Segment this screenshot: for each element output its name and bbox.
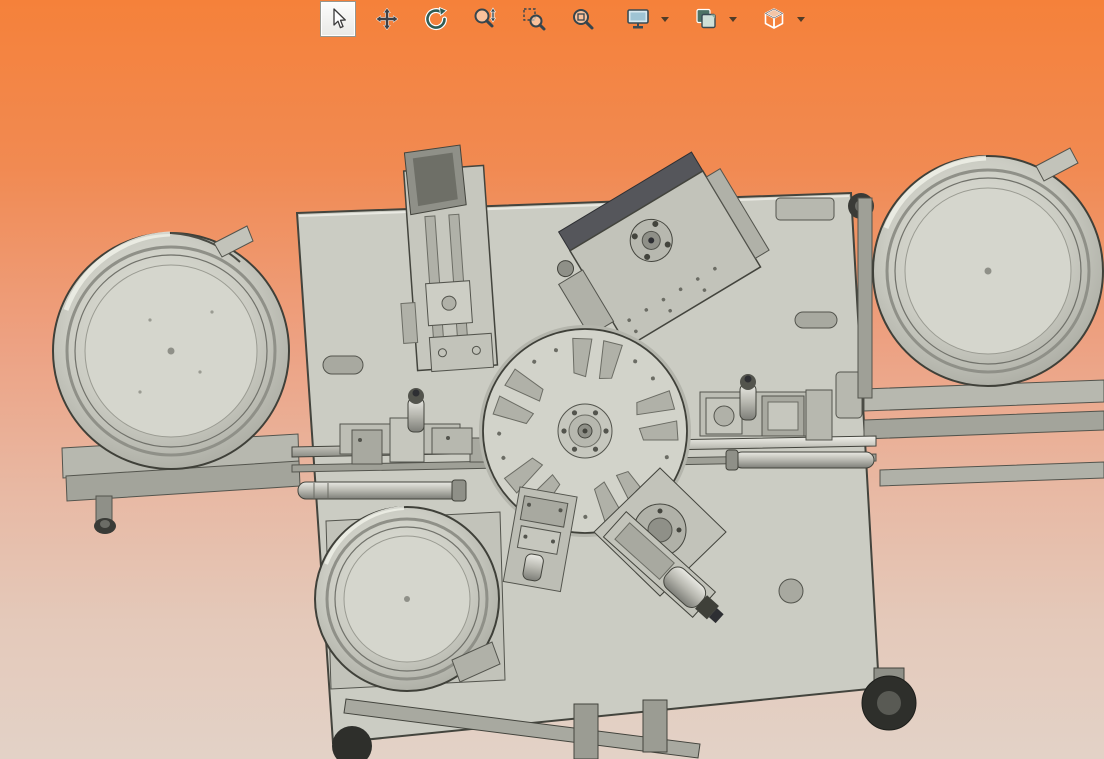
view-orientation-dropdown-caret[interactable] bbox=[797, 16, 805, 22]
display-style-icon bbox=[627, 9, 649, 29]
view-cube-icon bbox=[764, 8, 784, 29]
cad-viewport[interactable] bbox=[0, 0, 1104, 759]
zoom-to-area-button[interactable] bbox=[516, 1, 552, 37]
appearance-icon bbox=[696, 8, 716, 29]
zoom-area-icon bbox=[523, 8, 546, 31]
cursor-icon bbox=[333, 8, 346, 29]
zoom-inout-icon bbox=[474, 7, 497, 28]
display-style-dropdown-caret[interactable] bbox=[661, 16, 669, 22]
view-orientation-button[interactable] bbox=[756, 1, 792, 37]
zoom-to-fit-button[interactable] bbox=[565, 1, 601, 37]
select-button[interactable] bbox=[320, 1, 356, 37]
display-style-button[interactable] bbox=[620, 1, 656, 37]
appearances-dropdown-caret[interactable] bbox=[729, 16, 737, 22]
display-style-group[interactable] bbox=[620, 1, 669, 37]
left-bowl-feeder[interactable] bbox=[52, 225, 301, 534]
rotate-view-button[interactable] bbox=[418, 1, 454, 37]
bottom-bowl-feeder[interactable] bbox=[314, 506, 506, 692]
view-toolbar bbox=[320, 0, 805, 38]
zoom-in-out-button[interactable] bbox=[467, 1, 503, 37]
rotate-icon bbox=[425, 6, 448, 30]
pan-button[interactable] bbox=[369, 1, 405, 37]
pan-icon bbox=[376, 8, 398, 30]
appearances-group[interactable] bbox=[688, 1, 737, 37]
appearances-button[interactable] bbox=[688, 1, 724, 37]
machine-assembly-model bbox=[52, 144, 1104, 759]
zoom-fit-icon bbox=[573, 9, 594, 30]
view-orientation-group[interactable] bbox=[756, 1, 805, 37]
right-bowl-feeder[interactable] bbox=[857, 147, 1104, 487]
